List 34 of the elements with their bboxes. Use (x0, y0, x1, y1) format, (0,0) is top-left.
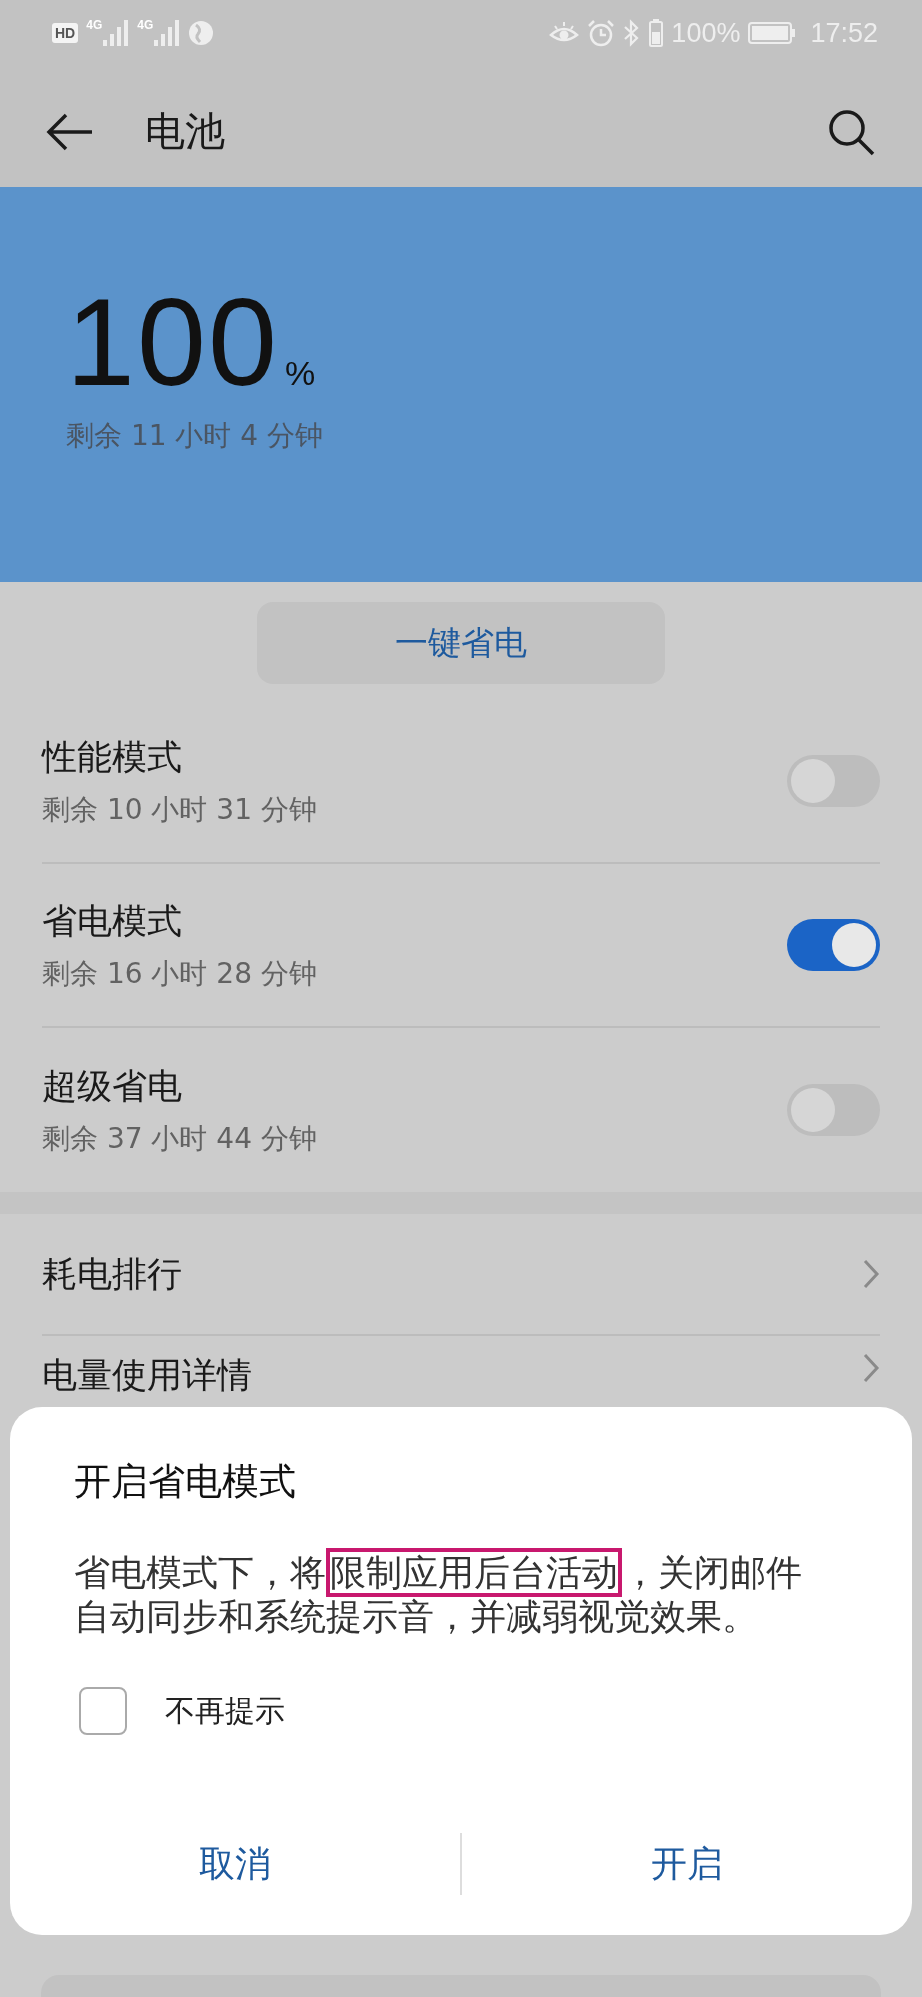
dialog-message: 省电模式下，将限制应用后台活动，关闭邮件自动同步和系统提示音，并减弱视觉效果。 (74, 1541, 834, 1649)
checkbox-label: 不再提示 (165, 1691, 285, 1730)
chevron-icon (862, 1258, 880, 1290)
toggle-switch[interactable] (787, 755, 880, 807)
mode-title: 省电模式 (42, 899, 183, 943)
network-label: 4G (86, 20, 103, 30)
list-item[interactable]: 电量使用详情 (42, 1336, 880, 1458)
remaining-time: 剩余 37 小时 44 分钟 (42, 1120, 317, 1157)
power-save-button[interactable]: 一键省电 (257, 602, 665, 684)
checkbox[interactable] (79, 1687, 127, 1735)
list-item[interactable]: 耗电排行 (42, 1214, 880, 1336)
signal-icon (103, 20, 130, 46)
mode-title: 超级省电 (42, 1064, 183, 1108)
dialog-title: 开启省电模式 (74, 1459, 297, 1505)
network-label: 4G (137, 20, 154, 30)
confirm-button[interactable]: 开启 (462, 1833, 912, 1895)
chevron-icon (862, 1352, 880, 1384)
toggle-switch[interactable] (787, 1084, 880, 1136)
percent-sign: % (284, 354, 316, 393)
toggle-switch[interactable] (787, 919, 880, 971)
signal-icon (154, 20, 181, 46)
mode-title: 性能模式 (42, 735, 183, 779)
remaining-time: 剩余 11 小时 4 分钟 (66, 418, 325, 454)
remaining-time: 剩余 10 小时 31 分钟 (42, 791, 317, 828)
cancel-button[interactable]: 取消 (10, 1833, 460, 1895)
page-title: 电池 (145, 107, 226, 156)
back-button[interactable] (46, 111, 94, 152)
battery-saver-icon (649, 19, 664, 47)
battery-percentage: 100 (66, 287, 279, 397)
battery-icon (748, 21, 797, 45)
globe-icon (188, 20, 215, 46)
alarm-clock-icon (587, 19, 616, 47)
remaining-time: 剩余 16 小时 28 分钟 (42, 955, 317, 992)
hd-badge: HD (52, 23, 79, 43)
